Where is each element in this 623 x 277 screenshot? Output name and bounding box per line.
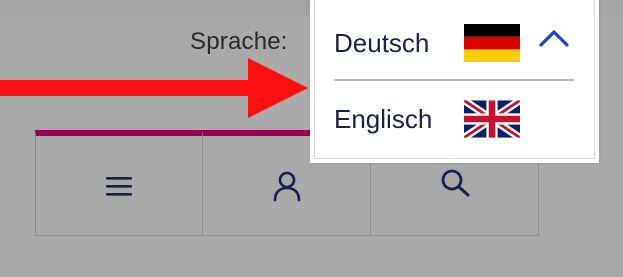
language-label: Sprache: bbox=[190, 28, 288, 55]
option-label: Englisch bbox=[334, 103, 433, 134]
language-option-englisch[interactable]: Englisch bbox=[334, 84, 578, 154]
language-dropdown: Deutsch Englisch bbox=[310, 0, 599, 163]
option-divider bbox=[334, 79, 574, 81]
option-label: Deutsch bbox=[334, 27, 430, 58]
search-icon bbox=[441, 169, 469, 197]
annotation-arrow-shaft bbox=[0, 80, 252, 96]
menu-button[interactable] bbox=[35, 130, 203, 236]
dropdown-toggle[interactable] bbox=[538, 28, 570, 53]
user-icon bbox=[273, 171, 300, 201]
germany-flag-icon bbox=[464, 24, 520, 62]
menu-icon bbox=[106, 176, 132, 196]
uk-flag-icon bbox=[464, 100, 520, 138]
chevron-up-icon bbox=[539, 30, 569, 47]
header-divider bbox=[306, 0, 307, 16]
annotation-arrow-head bbox=[248, 58, 308, 118]
